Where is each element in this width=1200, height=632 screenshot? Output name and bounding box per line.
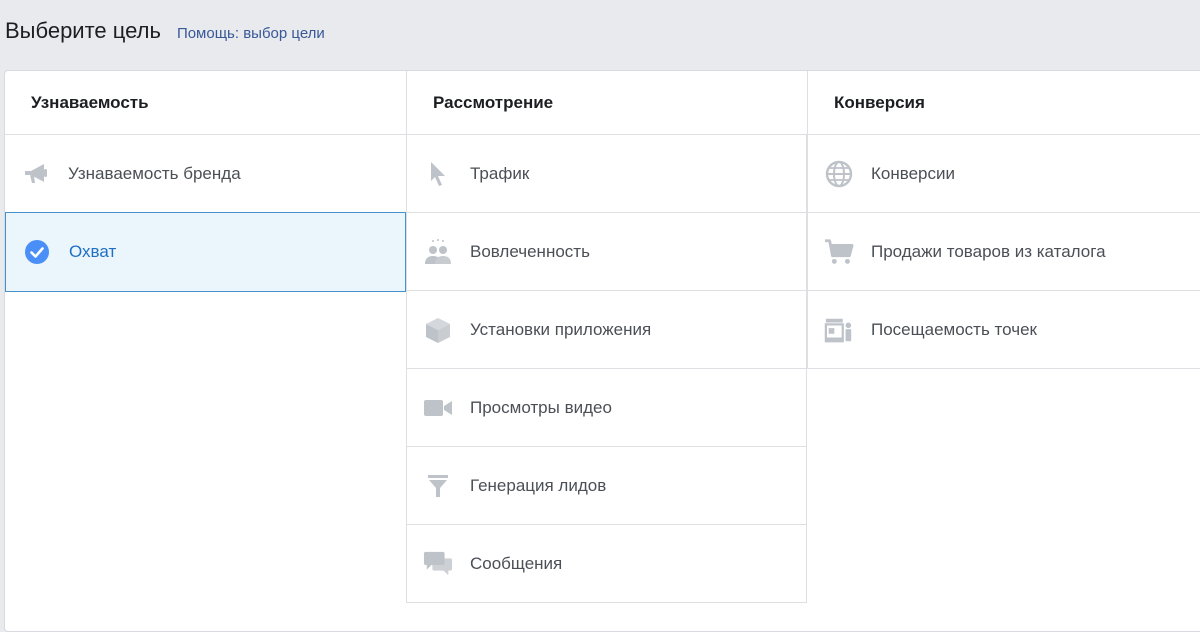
objective-panel: Узнаваемость Узнаваемость бренда Охват Р… <box>4 70 1200 632</box>
column-conversion: Конверсия Конверсии Продажи товаров из к… <box>807 71 1200 631</box>
objective-label: Конверсии <box>871 163 955 183</box>
objective-reach[interactable]: Охват <box>5 212 406 292</box>
people-icon <box>423 237 453 267</box>
objective-label: Генерация лидов <box>470 475 607 495</box>
objective-label: Охват <box>69 242 117 261</box>
help-link[interactable]: Помощь: выбор цели <box>177 25 325 42</box>
video-camera-icon <box>423 393 453 423</box>
objective-app-installs[interactable]: Установки приложения <box>406 291 807 369</box>
cursor-icon <box>423 159 453 189</box>
objective-label: Трафик <box>470 163 530 183</box>
store-icon <box>824 315 854 345</box>
objective-video-views[interactable]: Просмотры видео <box>406 369 807 447</box>
funnel-icon <box>423 471 453 501</box>
column-heading: Конверсия <box>807 71 1200 135</box>
objective-catalog-sales[interactable]: Продажи товаров из каталога <box>807 213 1200 291</box>
objective-store-visits[interactable]: Посещаемость точек <box>807 291 1200 369</box>
objective-label: Установки приложения <box>470 319 652 339</box>
cart-icon <box>824 237 854 267</box>
objective-traffic[interactable]: Трафик <box>406 135 807 213</box>
page-header: Выберите цель Помощь: выбор цели <box>5 18 325 48</box>
column-awareness: Узнаваемость Узнаваемость бренда Охват <box>5 71 406 631</box>
objective-engagement[interactable]: Вовлеченность <box>406 213 807 291</box>
globe-icon <box>824 159 854 189</box>
column-heading: Узнаваемость <box>5 71 406 135</box>
objective-label: Сообщения <box>470 553 563 573</box>
objective-label: Посещаемость точек <box>871 319 1037 339</box>
objective-label: Продажи товаров из каталога <box>871 241 1106 261</box>
column-consideration: Рассмотрение Трафик Вовлеченность Устано… <box>406 71 807 631</box>
objective-messages[interactable]: Сообщения <box>406 525 807 603</box>
box-icon <box>423 315 453 345</box>
column-heading: Рассмотрение <box>406 71 807 135</box>
page-title: Выберите цель <box>5 18 161 43</box>
megaphone-icon <box>21 159 51 189</box>
objective-brand-awareness[interactable]: Узнаваемость бренда <box>5 135 406 213</box>
objective-label: Просмотры видео <box>470 397 612 417</box>
check-circle-icon <box>22 237 52 267</box>
objective-label: Узнаваемость бренда <box>68 163 241 183</box>
objective-label: Вовлеченность <box>470 241 590 261</box>
chat-bubbles-icon <box>423 549 453 579</box>
objective-conversions[interactable]: Конверсии <box>807 135 1200 213</box>
objective-lead-generation[interactable]: Генерация лидов <box>406 447 807 525</box>
